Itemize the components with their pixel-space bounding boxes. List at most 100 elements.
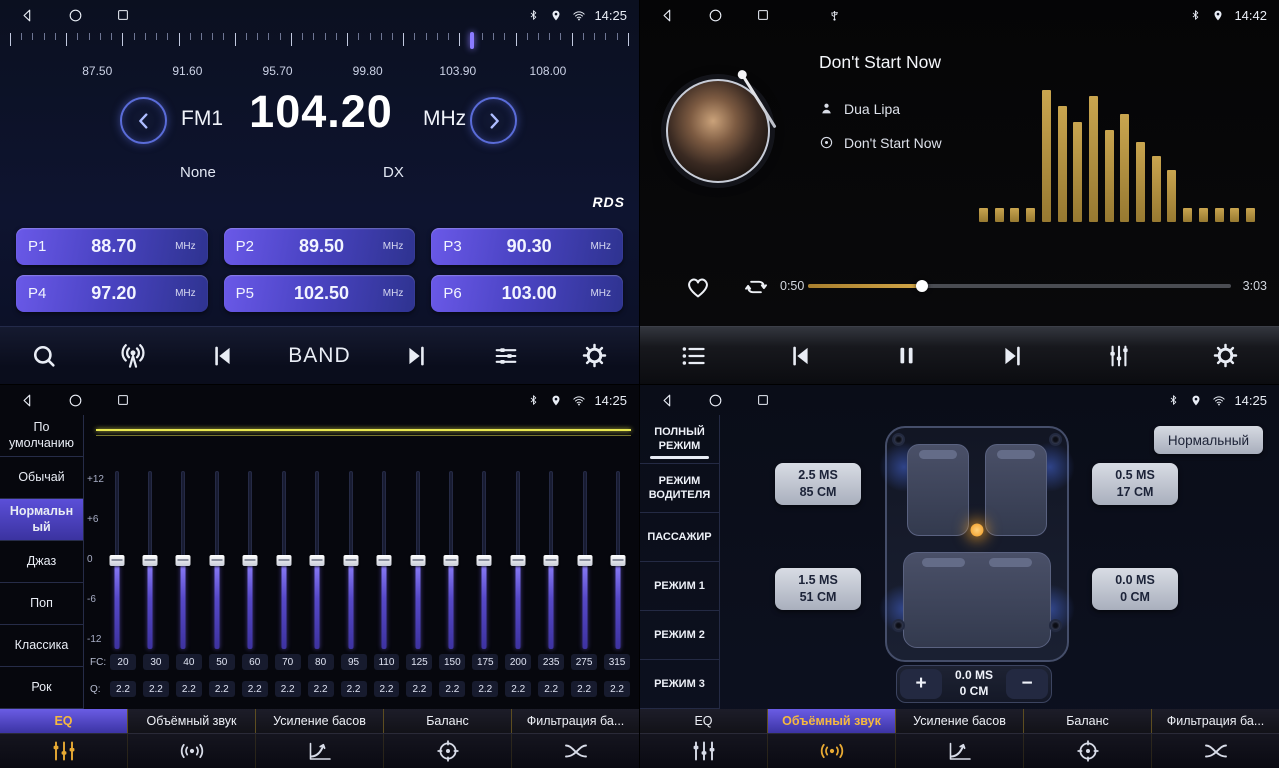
progress-bar[interactable] [808,284,1231,288]
audio-tab-filter[interactable]: Фильтрация ба... [1152,709,1279,733]
slider-knob[interactable] [611,555,626,566]
preset-button-p2[interactable]: P289.50MHz [224,228,416,265]
eq-preset-item[interactable]: Джаз [0,541,83,583]
bass-boost-icon[interactable] [896,734,1024,768]
audio-tab-eq[interactable]: EQ [640,709,768,733]
eq-preset-item[interactable]: Поп [0,583,83,625]
delay-front-right-button[interactable]: 0.5 MS 17 CM [1092,463,1178,505]
previous-track-icon[interactable] [777,335,823,377]
eq-band-slider[interactable] [476,471,493,649]
album-art[interactable] [666,79,770,183]
audio-tab-filter[interactable]: Фильтрация ба... [512,709,639,733]
frequency-scale[interactable]: 87.5091.6095.7099.80103.90108.00 [10,33,629,83]
eq-faders-icon[interactable] [0,734,128,768]
preset-button-p6[interactable]: P6103.00MHz [431,275,623,312]
preset-button-p3[interactable]: P390.30MHz [431,228,623,265]
delay-rear-right-button[interactable]: 0.0 MS 0 CM [1092,568,1178,610]
settings-gear-icon[interactable] [571,335,617,377]
slider-knob[interactable] [410,555,425,566]
eq-band-slider[interactable] [175,471,192,649]
delay-front-left-button[interactable]: 2.5 MS 85 CM [775,463,861,505]
eq-band-slider[interactable] [509,471,526,649]
surround-mode-item[interactable]: РЕЖИМ 3 [640,660,719,709]
audio-tab-surround-sound[interactable]: Объёмный звук [128,709,256,733]
eq-band-slider[interactable] [409,471,426,649]
playlist-icon[interactable] [670,335,716,377]
delay-rear-left-button[interactable]: 1.5 MS 51 CM [775,568,861,610]
repeat-icon[interactable] [743,274,769,300]
broadcast-icon[interactable] [110,335,156,377]
eq-band-slider[interactable] [208,471,225,649]
slider-knob[interactable] [209,555,224,566]
eq-band-slider[interactable] [242,471,259,649]
crossover-filter-icon[interactable] [512,734,639,768]
bass-boost-icon[interactable] [256,734,384,768]
preset-button-p5[interactable]: P5102.50MHz [224,275,416,312]
slider-knob[interactable] [510,555,525,566]
slider-knob[interactable] [176,555,191,566]
favorite-icon[interactable] [684,272,712,300]
surround-mode-item[interactable]: РЕЖИМ 2 [640,611,719,660]
recents-icon[interactable] [756,7,772,23]
eq-preset-item[interactable]: По умолчанию [0,415,83,457]
back-icon[interactable] [20,7,36,23]
eq-band-slider[interactable] [376,471,393,649]
recents-icon[interactable] [116,392,132,408]
balance-icon[interactable] [384,734,512,768]
slider-knob[interactable] [444,555,459,566]
eq-band-slider[interactable] [309,471,326,649]
balance-icon[interactable] [1024,734,1152,768]
next-track-icon[interactable] [990,335,1036,377]
back-icon[interactable] [660,7,676,23]
eq-band-slider[interactable] [610,471,627,649]
eq-band-slider[interactable] [543,471,560,649]
home-icon[interactable] [708,7,724,23]
eq-preset-item[interactable]: Обычай [0,457,83,499]
scan-icon[interactable] [21,335,67,377]
eq-band-slider[interactable] [275,471,292,649]
home-icon[interactable] [68,392,84,408]
eq-band-slider[interactable] [342,471,359,649]
slider-knob[interactable] [377,555,392,566]
eq-band-slider[interactable] [108,471,125,649]
crossover-filter-icon[interactable] [1152,734,1279,768]
home-icon[interactable] [708,392,724,408]
surround-mode-item[interactable]: ПАССАЖИР [640,513,719,562]
home-icon[interactable] [68,7,84,23]
tune-down-button[interactable] [120,97,167,144]
eq-band-slider[interactable] [576,471,593,649]
recents-icon[interactable] [756,392,772,408]
listening-position-dot[interactable] [971,524,984,537]
eq-band-slider[interactable] [443,471,460,649]
band-button[interactable]: BAND [288,335,350,377]
eq-preset-item[interactable]: Рок [0,667,83,709]
back-icon[interactable] [660,392,676,408]
eq-settings-icon[interactable] [483,335,529,377]
preset-button-p1[interactable]: P188.70MHz [16,228,208,265]
recents-icon[interactable] [116,7,132,23]
slider-knob[interactable] [544,555,559,566]
audio-tab-surround-sound[interactable]: Объёмный звук [768,709,896,733]
sound-profile-button[interactable]: Нормальный [1154,426,1263,454]
decrease-delay-button[interactable]: − [1006,669,1048,699]
surround-speaker-icon[interactable] [768,734,896,768]
surround-speaker-icon[interactable] [128,734,256,768]
settings-gear-icon[interactable] [1203,335,1249,377]
surround-mode-item[interactable]: ПОЛНЫЙ РЕЖИМ [640,415,719,464]
tune-up-button[interactable] [470,97,517,144]
slider-knob[interactable] [243,555,258,566]
pause-icon[interactable] [883,335,929,377]
progress-thumb[interactable] [916,280,928,292]
previous-station-icon[interactable] [199,335,245,377]
eq-preset-item[interactable]: Нормальный [0,499,83,541]
slider-knob[interactable] [109,555,124,566]
audio-tab-eq[interactable]: EQ [0,709,128,733]
slider-knob[interactable] [276,555,291,566]
surround-mode-item[interactable]: РЕЖИМ ВОДИТЕЛЯ [640,464,719,513]
preset-button-p4[interactable]: P497.20MHz [16,275,208,312]
increase-delay-button[interactable]: + [900,669,942,699]
audio-tab-bass-boost[interactable]: Усиление басов [256,709,384,733]
slider-knob[interactable] [343,555,358,566]
back-icon[interactable] [20,392,36,408]
mixer-icon[interactable] [1096,335,1142,377]
